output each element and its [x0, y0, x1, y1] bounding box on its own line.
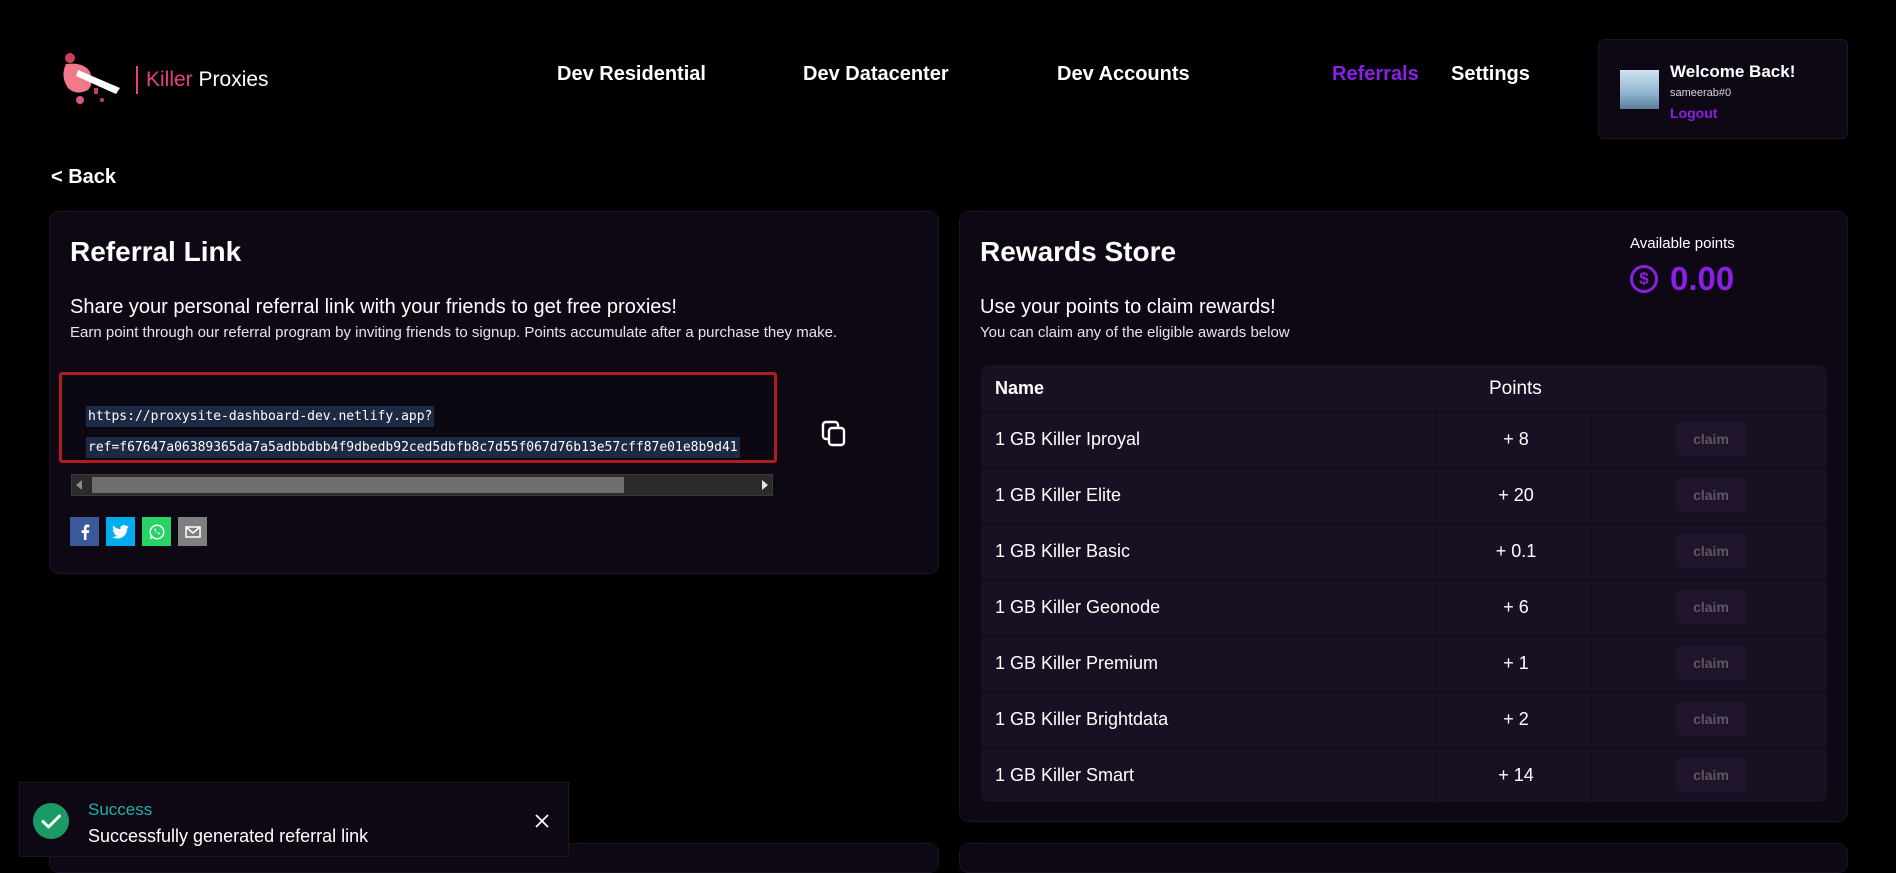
cell-divider [1435, 524, 1436, 580]
avatar[interactable] [1620, 70, 1659, 109]
cell-divider [1591, 524, 1592, 580]
reward-name: 1 GB Killer Geonode [995, 597, 1161, 617]
cell-divider [1591, 580, 1592, 636]
reward-name: 1 GB Killer Brightdata [995, 709, 1169, 729]
username: sameerab#0 [1670, 87, 1732, 99]
claim-button[interactable]: claim [1676, 534, 1746, 568]
email-icon[interactable] [178, 517, 207, 546]
table-row: 1 GB Killer Premium + 1 claim [981, 635, 1827, 692]
available-points: $ 0.00 [1630, 260, 1734, 298]
success-toast: Success Successfully generated referral … [19, 782, 569, 857]
reward-points: + 20 [1498, 485, 1534, 505]
cell-divider [1591, 468, 1592, 524]
top-header: Killer Proxies Dev Residential Dev Datac… [0, 0, 1896, 150]
toast-title: Success [88, 800, 153, 819]
whatsapp-icon[interactable] [142, 517, 171, 546]
close-icon[interactable] [534, 813, 550, 829]
scroll-right-icon[interactable] [762, 480, 768, 490]
brand-name-part2: Proxies [198, 68, 269, 91]
nav-dev-residential[interactable]: Dev Residential [557, 63, 706, 86]
table-row: 1 GB Killer Brightdata + 2 claim [981, 691, 1827, 748]
referral-link-line1: https://proxysite-dashboard-dev.netlify.… [86, 406, 435, 427]
reward-name: 1 GB Killer Premium [995, 653, 1159, 673]
brand-name-part1: Killer [146, 68, 193, 91]
twitter-icon[interactable] [106, 517, 135, 546]
reward-points: + 2 [1503, 709, 1529, 729]
claim-button[interactable]: claim [1676, 646, 1746, 680]
table-row: 1 GB Killer Smart + 14 claim [981, 747, 1827, 802]
cell-divider [1435, 748, 1436, 802]
reward-points: + 0.1 [1495, 541, 1537, 561]
welcome-text: Welcome Back! [1670, 62, 1796, 81]
logo-icon [58, 50, 130, 110]
referral-link-scrollbar[interactable] [71, 474, 773, 496]
rewards-title: Rewards Store [980, 236, 1177, 267]
referral-card: Referral Link Share your personal referr… [49, 211, 939, 574]
scrollbar-thumb[interactable] [92, 477, 624, 493]
brand-logo[interactable]: Killer Proxies [58, 50, 269, 110]
cell-divider [1435, 580, 1436, 636]
nav-dev-accounts[interactable]: Dev Accounts [1057, 63, 1190, 86]
rewards-table-header: Name Points [981, 365, 1827, 411]
cell-divider [1591, 748, 1592, 802]
referral-description: Earn point through our referral program … [70, 324, 838, 341]
claim-button[interactable]: claim [1676, 702, 1746, 736]
lower-card-right [959, 843, 1848, 873]
reward-name: 1 GB Killer Elite [995, 485, 1122, 505]
nav-dev-datacenter[interactable]: Dev Datacenter [803, 63, 949, 86]
claim-button[interactable]: claim [1676, 422, 1746, 456]
rewards-description: You can claim any of the eligible awards… [980, 324, 1290, 341]
available-points-value: 0.00 [1670, 260, 1735, 297]
toast-message: Successfully generated referral link [88, 826, 369, 846]
cell-divider [1435, 636, 1436, 692]
claim-button[interactable]: claim [1676, 590, 1746, 624]
reward-points: + 8 [1503, 429, 1529, 449]
col-header-points: Points [1489, 378, 1542, 399]
facebook-icon[interactable] [70, 517, 99, 546]
cell-divider [1435, 468, 1436, 524]
rewards-card: Rewards Store Use your points to claim r… [959, 211, 1848, 822]
back-link[interactable]: < Back [51, 166, 116, 189]
logout-link[interactable]: Logout [1670, 105, 1717, 121]
copy-icon[interactable] [819, 419, 849, 449]
table-row: 1 GB Killer Geonode + 6 claim [981, 579, 1827, 636]
referral-link-line2: ref=f67647a06389365da7a5adbbdbb4f9dbedb9… [86, 437, 740, 458]
reward-name: 1 GB Killer Iproyal [995, 429, 1141, 449]
cell-divider [1591, 692, 1592, 748]
nav-settings[interactable]: Settings [1451, 63, 1530, 86]
cell-divider [1591, 412, 1592, 468]
reward-points: + 14 [1498, 765, 1534, 785]
brand-name: Killer Proxies [146, 68, 269, 92]
reward-points: + 6 [1503, 597, 1529, 617]
reward-name: 1 GB Killer Smart [995, 765, 1135, 785]
reward-points: + 1 [1503, 653, 1529, 673]
available-points-label: Available points [1630, 235, 1735, 252]
rewards-subtitle: Use your points to claim rewards! [980, 296, 1276, 318]
user-card: Welcome Back! sameerab#0 Logout [1598, 39, 1848, 139]
cell-divider [1435, 692, 1436, 748]
rewards-table: Name Points 1 GB Killer Iproyal + 8 clai… [981, 365, 1827, 802]
referral-link-text[interactable]: https://proxysite-dashboard-dev.netlify.… [86, 401, 740, 460]
claim-button[interactable]: claim [1676, 758, 1746, 792]
referral-title: Referral Link [70, 236, 242, 267]
table-row: 1 GB Killer Iproyal + 8 claim [981, 411, 1827, 468]
table-row: 1 GB Killer Elite + 20 claim [981, 467, 1827, 524]
referral-link-box[interactable]: https://proxysite-dashboard-dev.netlify.… [59, 372, 777, 463]
claim-button[interactable]: claim [1676, 478, 1746, 512]
logo-separator [136, 66, 138, 94]
table-row: 1 GB Killer Basic + 0.1 claim [981, 523, 1827, 580]
scroll-left-icon[interactable] [76, 480, 82, 490]
cell-divider [1435, 412, 1436, 468]
dollar-coin-icon: $ [1630, 265, 1658, 293]
referral-subtitle: Share your personal referral link with y… [70, 296, 677, 318]
reward-name: 1 GB Killer Basic [995, 541, 1131, 561]
col-header-name: Name [995, 378, 1045, 398]
nav-referrals[interactable]: Referrals [1332, 63, 1419, 86]
check-circle-icon [33, 803, 69, 839]
cell-divider [1591, 636, 1592, 692]
